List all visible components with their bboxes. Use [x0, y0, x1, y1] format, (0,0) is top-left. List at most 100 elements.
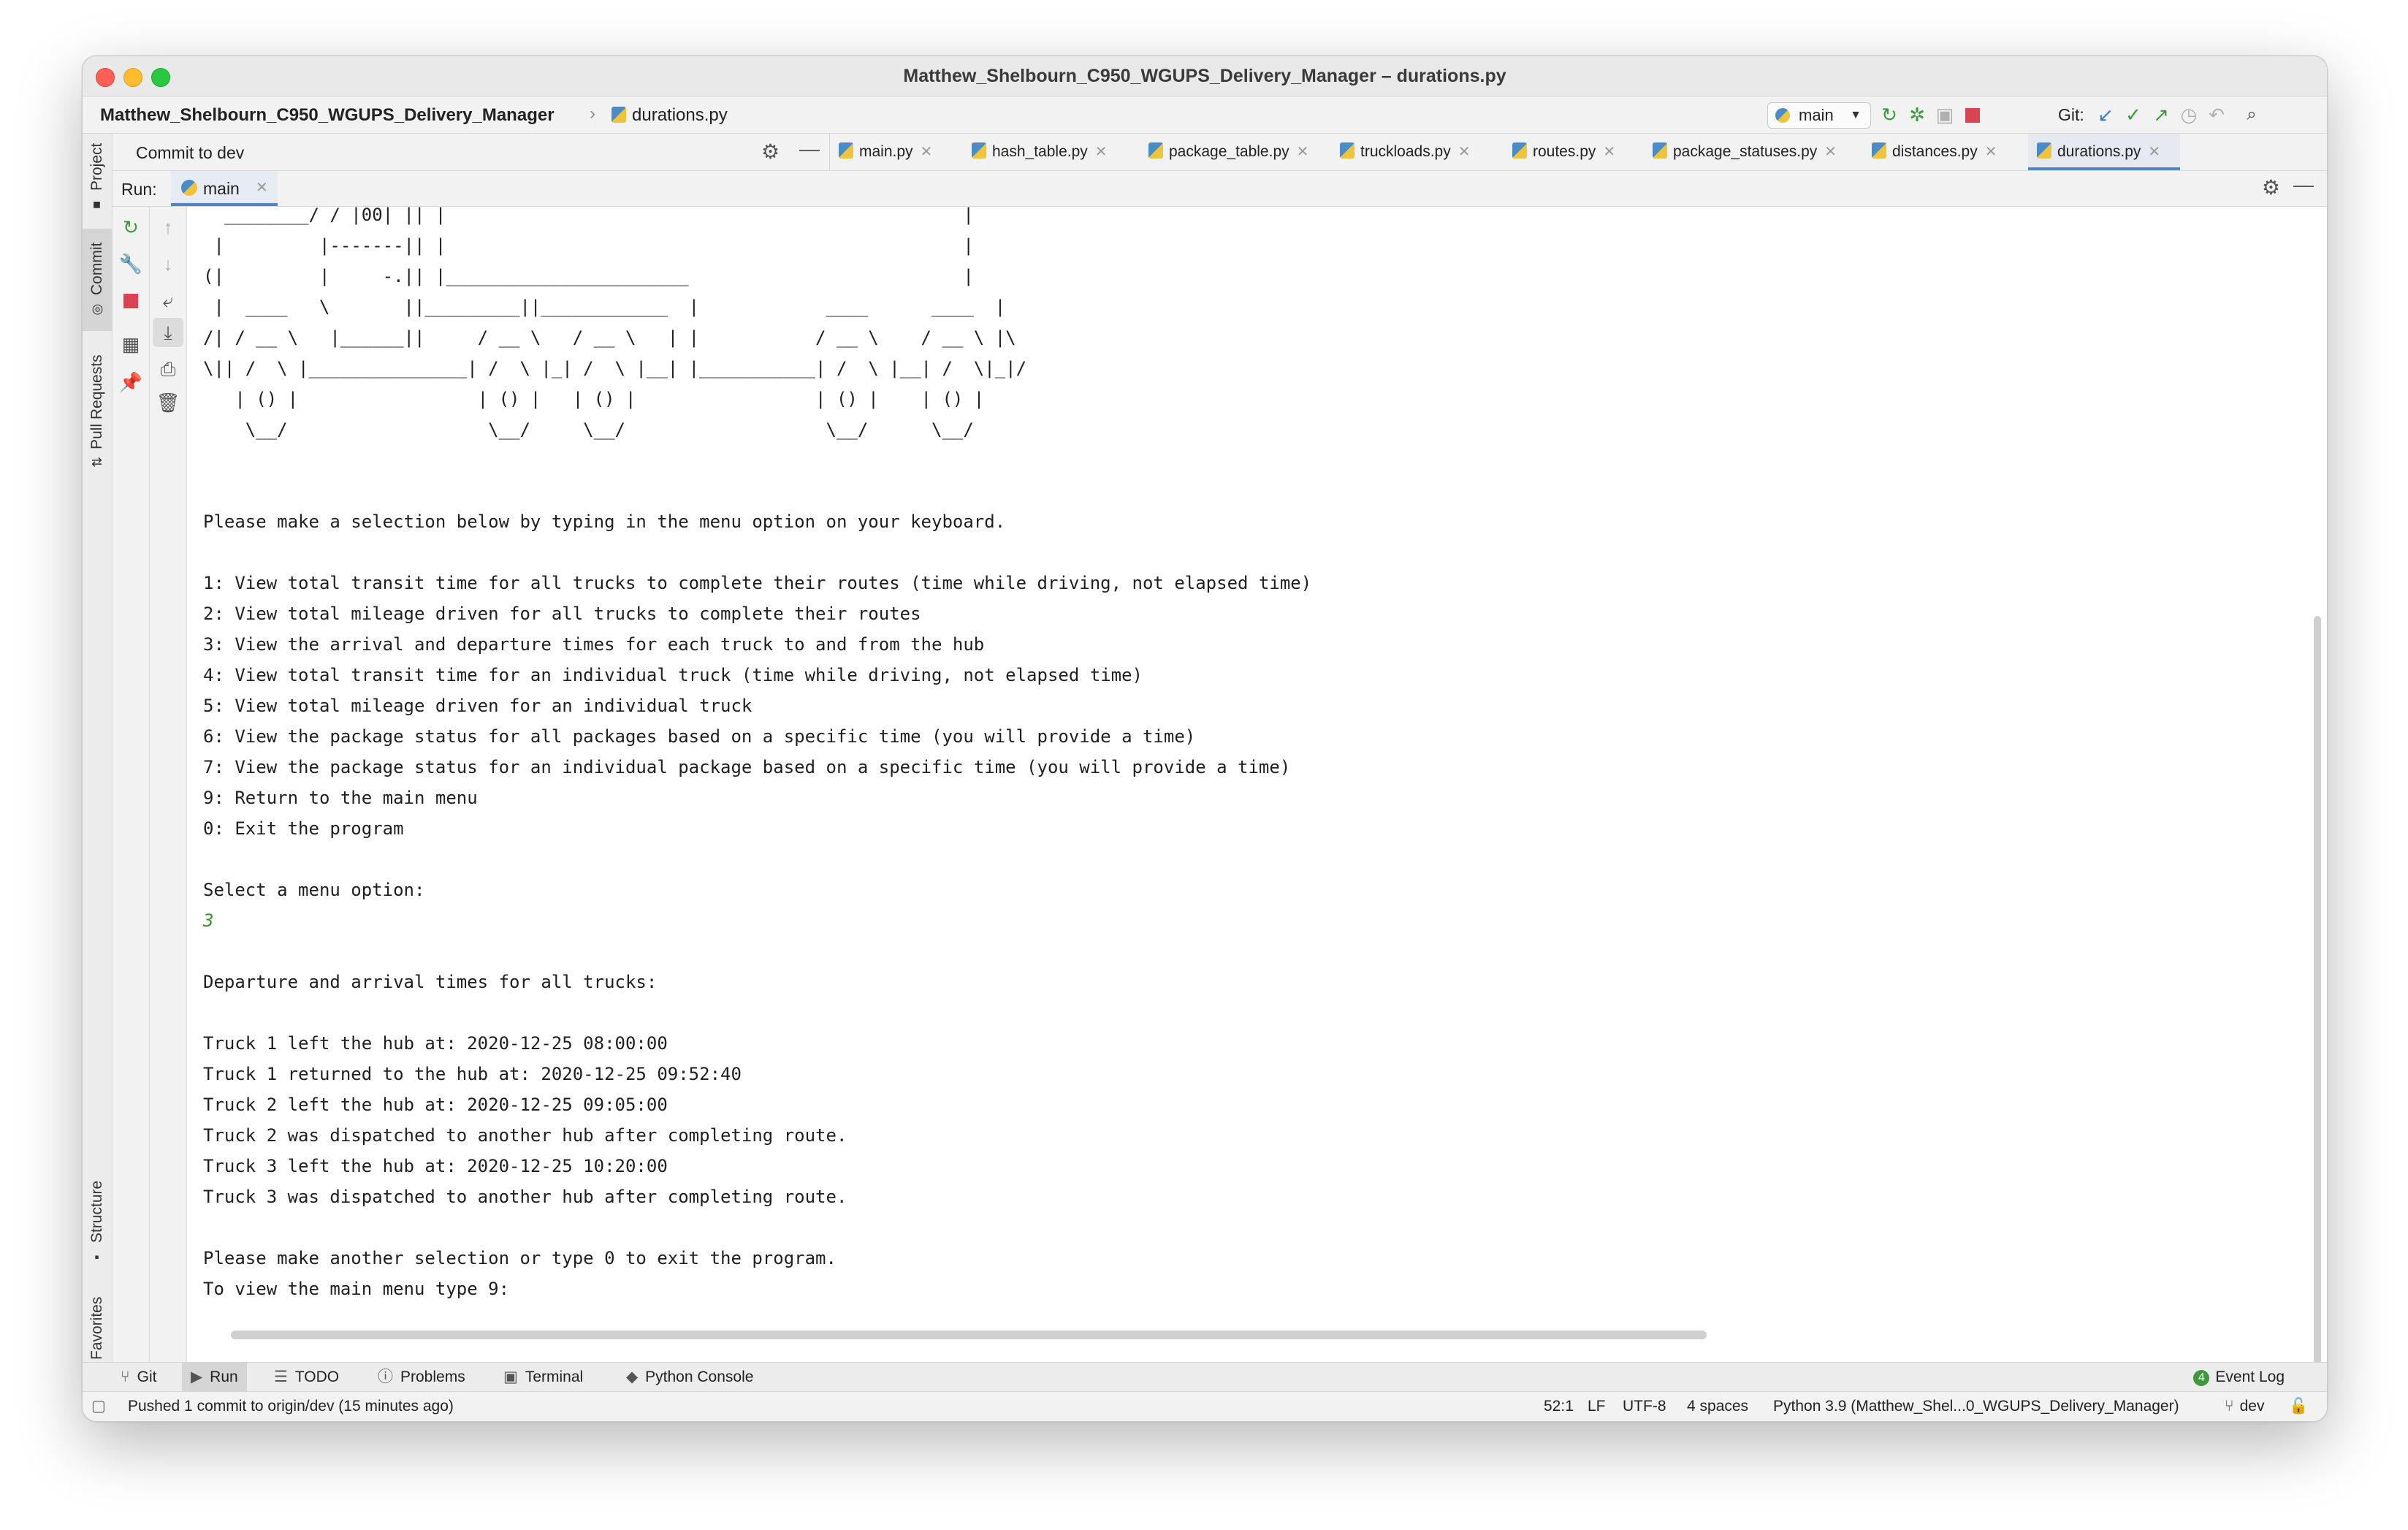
- menu-option: 5: View total mileage driven for an indi…: [203, 696, 752, 716]
- close-tab-icon[interactable]: ✕: [1824, 144, 1837, 160]
- run-configuration-label: main: [1799, 106, 1834, 124]
- arrow-up-icon[interactable]: ↑: [150, 213, 186, 242]
- python-file-icon: [972, 142, 986, 159]
- result-line: Truck 1 returned to the hub at: 2020-12-…: [203, 1064, 742, 1084]
- structure-tool-tab[interactable]: ▪ Structure: [83, 1171, 112, 1274]
- todo-tool-button[interactable]: ☰ TODO: [265, 1363, 348, 1392]
- debug-icon[interactable]: ✲: [1906, 104, 1928, 126]
- menu-option: 6: View the package status for all packa…: [203, 726, 1196, 747]
- stop-icon[interactable]: [113, 286, 149, 315]
- rerun-icon[interactable]: ↻: [113, 213, 149, 242]
- print-icon[interactable]: ⎙: [150, 354, 186, 384]
- play-icon: ▶: [191, 1369, 203, 1385]
- close-tab-icon[interactable]: ✕: [1458, 144, 1471, 160]
- menu-option: 0: Exit the program: [203, 818, 404, 839]
- footer-line: Please make another selection or type 0 …: [203, 1248, 837, 1268]
- project-tool-tab[interactable]: ■ Project: [83, 134, 112, 221]
- editor-tab[interactable]: package_table.py ✕: [1140, 134, 1308, 170]
- close-tab-icon[interactable]: ✕: [1603, 144, 1615, 160]
- run-with-coverage-icon[interactable]: ▣: [1934, 104, 1956, 126]
- ascii-art-line: ________/ / |00| || | |: [203, 207, 974, 225]
- scroll-to-end-icon[interactable]: ⤓: [153, 318, 183, 347]
- wrench-icon[interactable]: 🔧: [113, 249, 149, 278]
- editor-tab[interactable]: main.py ✕: [830, 134, 932, 170]
- python-icon: [181, 180, 197, 196]
- close-tab-icon[interactable]: ✕: [256, 178, 268, 197]
- lock-icon[interactable]: 🔓: [2289, 1392, 2308, 1421]
- python-interpreter[interactable]: Python 3.9 (Matthew_Shel...0_WGUPS_Deliv…: [1773, 1392, 2179, 1421]
- editor-tab-label: truckloads.py: [1360, 143, 1451, 160]
- problems-tool-button[interactable]: ⓘ Problems: [369, 1363, 474, 1392]
- editor-tab-label: package_statuses.py: [1673, 143, 1818, 160]
- python-file-icon: [1512, 142, 1527, 159]
- gear-icon[interactable]: ⚙: [761, 140, 780, 164]
- commit-tool-tab[interactable]: ◎ Commit: [83, 229, 112, 331]
- run-tool-button[interactable]: ▶ Run: [182, 1363, 247, 1392]
- line-separator[interactable]: LF: [1588, 1392, 1606, 1421]
- vertical-scrollbar[interactable]: [2314, 616, 2321, 1363]
- breadcrumb-project[interactable]: Matthew_Shelbourn_C950_WGUPS_Delivery_Ma…: [100, 105, 555, 126]
- toggle-tool-windows-icon[interactable]: ▢: [91, 1392, 106, 1421]
- gear-icon[interactable]: ⚙: [2262, 175, 2280, 199]
- git-commit-icon[interactable]: ✓: [2122, 104, 2144, 126]
- event-log-button[interactable]: 4 Event Log: [2193, 1363, 2285, 1392]
- editor-tab[interactable]: distances.py ✕: [1863, 134, 1997, 170]
- stop-icon[interactable]: [1962, 104, 1984, 126]
- run-tool-label: Run: [210, 1369, 238, 1385]
- breadcrumb-file[interactable]: durations.py: [611, 105, 728, 126]
- problems-tool-label: Problems: [400, 1369, 465, 1385]
- minimize-icon[interactable]: —: [799, 137, 820, 161]
- git-push-icon[interactable]: ↗: [2150, 104, 2172, 126]
- ascii-art-line: \|| / \ |_______________| / \ |_| / \ |_…: [203, 358, 1027, 378]
- close-tab-icon[interactable]: ✕: [2148, 144, 2160, 160]
- commit-tool-label: Commit: [88, 242, 105, 295]
- file-encoding[interactable]: UTF-8: [1623, 1392, 1666, 1421]
- arrow-down-icon[interactable]: ↓: [150, 249, 186, 278]
- close-tab-icon[interactable]: ✕: [921, 144, 933, 160]
- rerun-icon[interactable]: ↻: [1878, 104, 1900, 126]
- commit-panel-title: Commit to dev: [136, 143, 245, 162]
- python-icon: ◆: [626, 1369, 639, 1385]
- python-console-tool-label: Python Console: [645, 1369, 754, 1385]
- favorites-tool-label: Favorites: [88, 1296, 105, 1360]
- close-tab-icon[interactable]: ✕: [1985, 144, 1997, 160]
- run-configuration-select[interactable]: main ▼: [1767, 102, 1871, 129]
- editor-tab[interactable]: truckloads.py ✕: [1331, 134, 1471, 170]
- editor-tabs: main.py ✕ hash_table.py ✕ package_table.py…: [829, 134, 2327, 170]
- menu-option: 4: View total transit time for an indivi…: [203, 665, 1143, 685]
- structure-tool-label: Structure: [88, 1180, 105, 1243]
- python-file-icon: [1872, 142, 1886, 159]
- indent-setting[interactable]: 4 spaces: [1687, 1392, 1748, 1421]
- horizontal-scrollbar[interactable]: [231, 1331, 1707, 1339]
- git-tool-button[interactable]: ⑂ Git: [112, 1363, 165, 1392]
- git-update-icon[interactable]: ↙: [2095, 104, 2116, 126]
- pin-icon[interactable]: 📌: [113, 368, 149, 397]
- search-icon[interactable]: ⌕: [2241, 104, 2263, 126]
- run-console[interactable]: ________/ / |00| || | | | |-------|| | |…: [187, 207, 2327, 1363]
- minimize-icon[interactable]: —: [2293, 173, 2314, 197]
- editor-tab[interactable]: package_statuses.py ✕: [1644, 134, 1837, 170]
- terminal-tool-button[interactable]: ▣ Terminal: [495, 1363, 592, 1392]
- close-tab-icon[interactable]: ✕: [1095, 144, 1108, 160]
- editor-tab-active[interactable]: durations.py ✕: [2028, 134, 2180, 170]
- ascii-art-line: \__/ \__/ \__/ \__/ \__/: [203, 419, 974, 440]
- close-tab-icon[interactable]: ✕: [1297, 144, 1309, 160]
- trash-icon[interactable]: 🗑: [150, 388, 186, 417]
- editor-tab[interactable]: routes.py ✕: [1504, 134, 1615, 170]
- git-branch-widget[interactable]: ⑂ dev: [2225, 1392, 2264, 1421]
- caret-position[interactable]: 52:1: [1544, 1392, 1574, 1421]
- pull-requests-tool-tab[interactable]: ⇅ Pull Requests: [83, 338, 112, 484]
- rollback-icon[interactable]: ↶: [2206, 104, 2228, 126]
- run-tab-main[interactable]: main ✕: [171, 171, 278, 206]
- soft-wrap-icon[interactable]: ⤶: [150, 286, 186, 315]
- python-icon: [1775, 108, 1790, 123]
- layout-icon[interactable]: ▦: [113, 330, 149, 359]
- history-icon[interactable]: ◷: [2178, 104, 2200, 126]
- commit-and-tabs-row: Commit to dev ⚙ — main.py ✕ hash_table.py…: [113, 134, 2327, 171]
- user-input: 3: [203, 910, 214, 931]
- python-console-tool-button[interactable]: ◆ Python Console: [617, 1363, 762, 1392]
- editor-tab[interactable]: hash_table.py ✕: [963, 134, 1108, 170]
- ide-window: Matthew_Shelbourn_C950_WGUPS_Delivery_Ma…: [82, 56, 2328, 1422]
- python-file-icon: [2037, 142, 2051, 159]
- editor-tab-label: package_table.py: [1169, 143, 1289, 160]
